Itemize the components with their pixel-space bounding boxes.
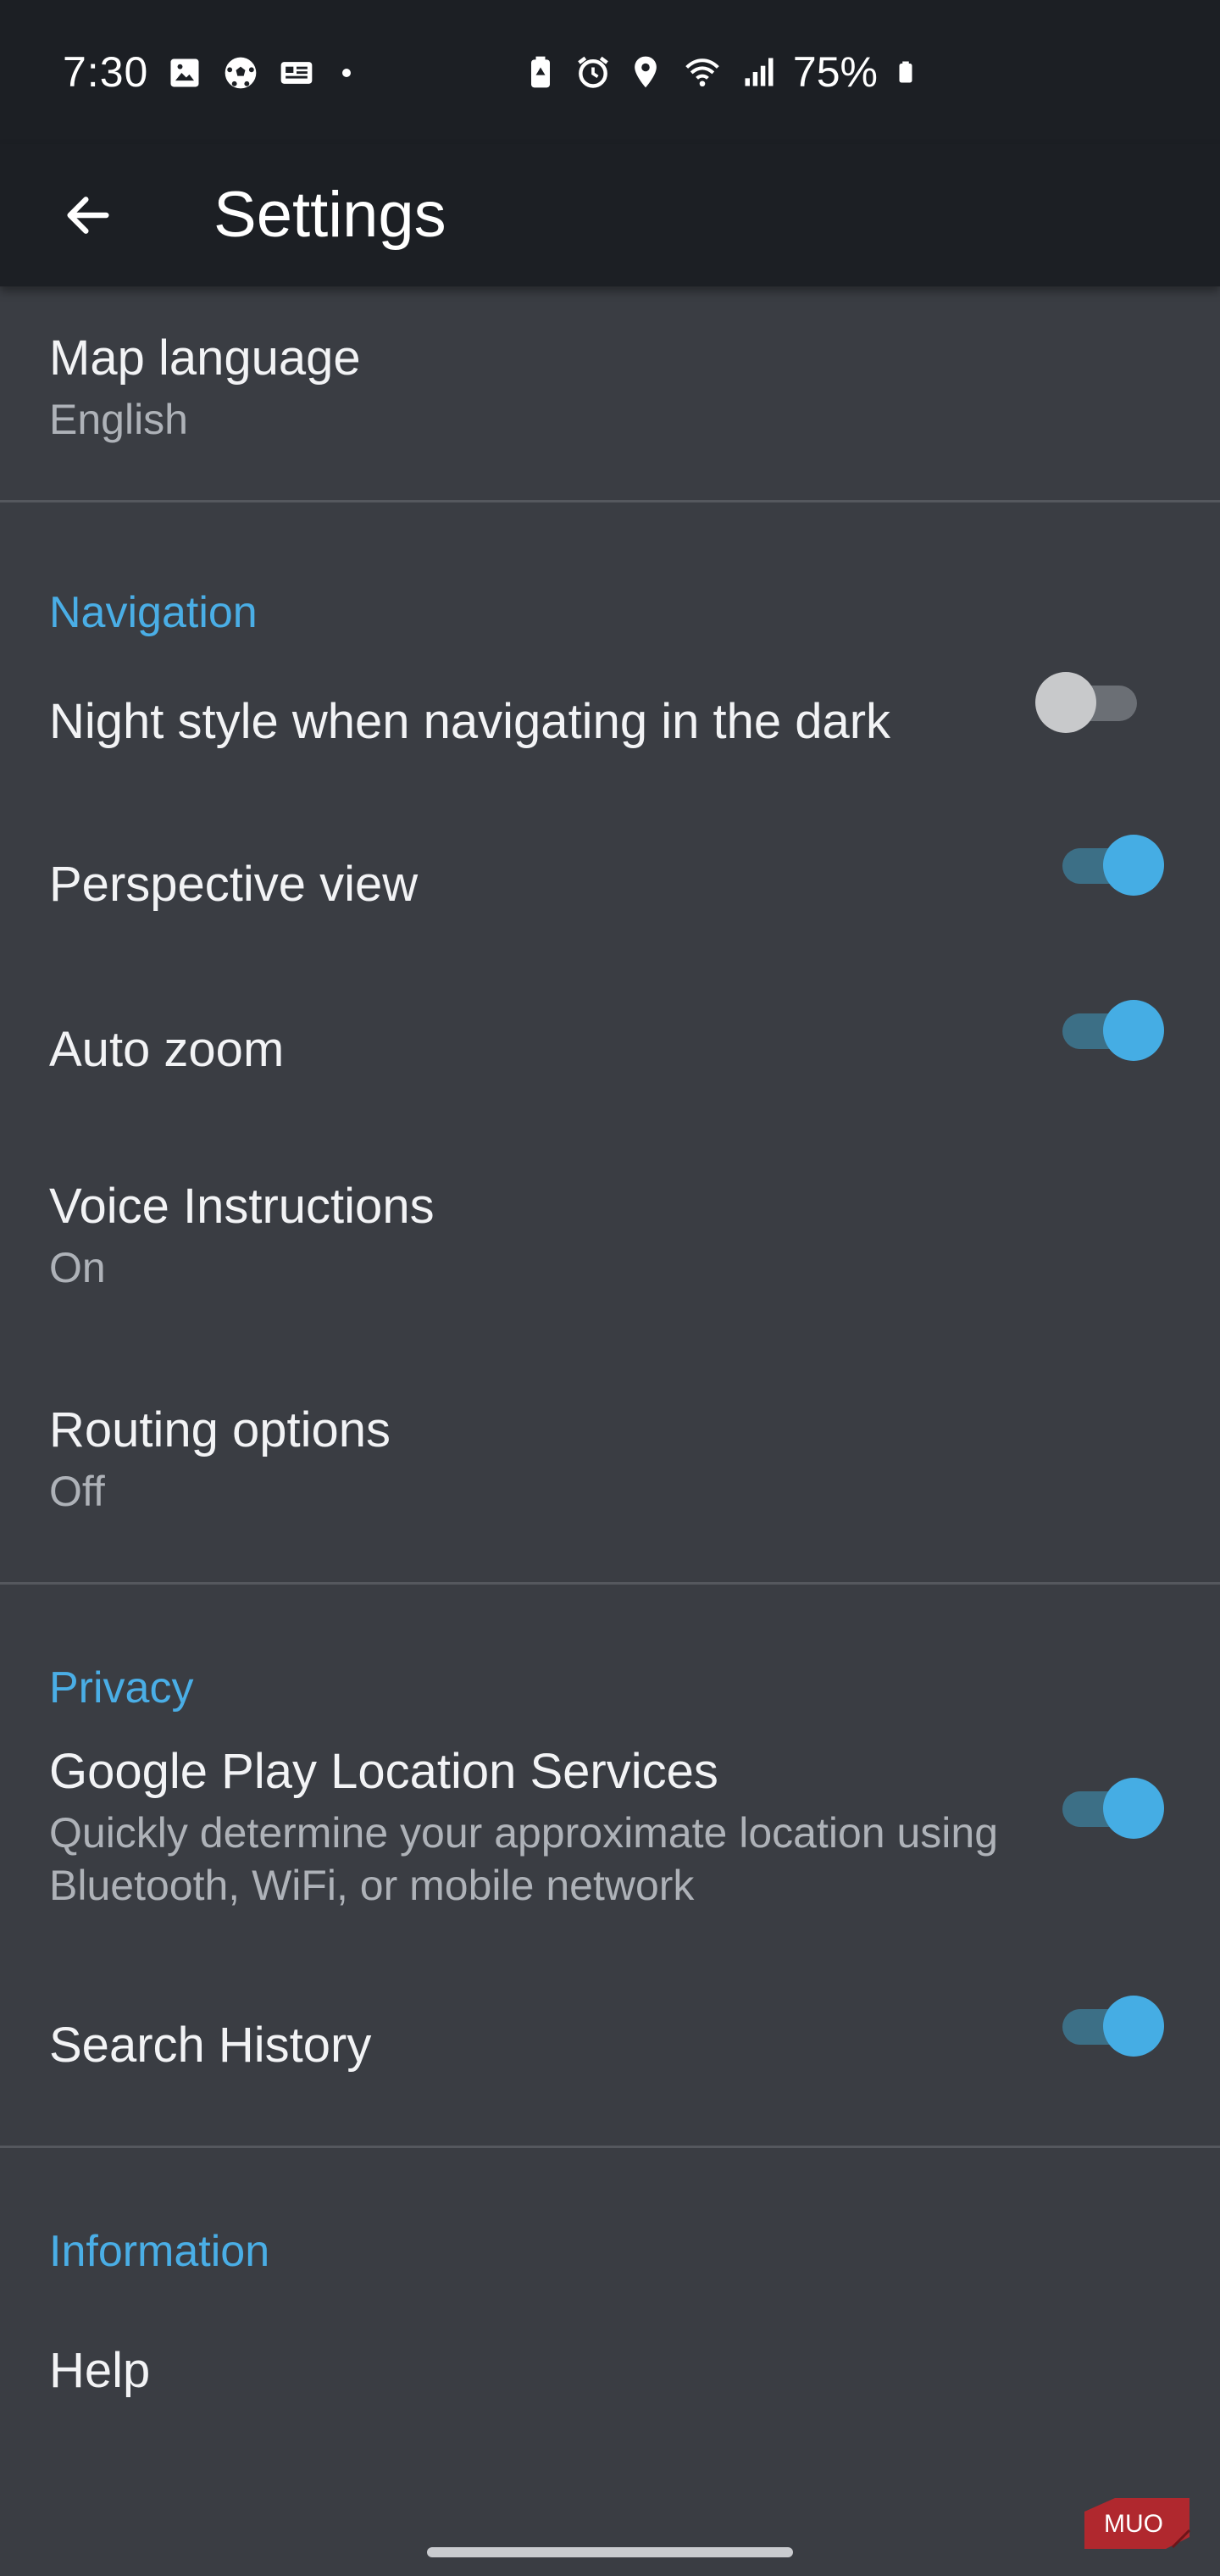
app-bar: Settings	[0, 144, 1220, 286]
status-time: 7:30	[63, 48, 149, 96]
map-language-item[interactable]: Map language English	[0, 286, 1220, 500]
toggle-thumb	[1103, 835, 1164, 896]
auto-zoom-toggle[interactable]	[1062, 997, 1164, 1064]
search-history-title: Search History	[49, 2018, 372, 2073]
perspective-view-toggle[interactable]	[1062, 831, 1164, 899]
voice-instructions-title: Voice Instructions	[49, 1179, 435, 1234]
auto-zoom-title: Auto zoom	[49, 1022, 285, 1077]
location-services-title: Google Play Location Services	[49, 1744, 718, 1799]
dot-icon	[342, 69, 351, 77]
search-history-item[interactable]: Search History	[0, 1984, 1220, 2146]
night-style-title: Night style when navigating in the dark	[49, 694, 891, 749]
map-language-title: Map language	[49, 330, 361, 386]
map-language-value: English	[49, 395, 188, 443]
alarm-icon	[578, 56, 608, 88]
night-style-toggle[interactable]	[1035, 669, 1142, 736]
battery-saver-icon	[530, 56, 550, 88]
auto-zoom-item[interactable]: Auto zoom	[0, 969, 1220, 1135]
location-services-toggle[interactable]	[1062, 1774, 1164, 1842]
privacy-section-header: Privacy	[0, 1585, 1220, 1715]
settings-list: Map language English Navigation Night st…	[0, 286, 1220, 2453]
battery-icon	[899, 61, 912, 83]
page-title: Settings	[214, 179, 446, 251]
privacy-header: Privacy	[49, 1663, 194, 1713]
voice-instructions-value: On	[49, 1243, 106, 1291]
signal-icon	[745, 58, 774, 86]
toggle-thumb	[1035, 672, 1096, 733]
search-history-toggle[interactable]	[1062, 1992, 1164, 2060]
routing-options-title: Routing options	[49, 1402, 391, 1457]
routing-options-value: Off	[49, 1467, 105, 1515]
help-title: Help	[49, 2343, 151, 2398]
soccer-ball-icon	[225, 57, 257, 89]
location-pin-icon	[635, 56, 657, 88]
routing-options-item[interactable]: Routing options Off	[0, 1362, 1220, 1582]
help-item[interactable]: Help	[0, 2284, 1220, 2453]
battery-percent: 75%	[792, 48, 878, 96]
toggle-thumb	[1103, 1778, 1164, 1839]
information-header: Information	[49, 2227, 270, 2276]
location-services-item[interactable]: Google Play Location Services Quickly de…	[0, 1715, 1220, 1984]
status-bar: 7:30 75%	[0, 0, 1220, 144]
home-indicator[interactable]	[427, 2547, 793, 2557]
navigation-section-header: Navigation	[0, 502, 1220, 640]
muo-watermark: MUO	[1084, 2498, 1191, 2549]
back-button[interactable]	[47, 175, 129, 256]
perspective-view-item[interactable]: Perspective view	[0, 804, 1220, 969]
perspective-view-title: Perspective view	[49, 857, 419, 912]
night-style-item[interactable]: Night style when navigating in the dark	[0, 640, 1220, 804]
notification-icons	[166, 54, 359, 92]
toggle-thumb	[1103, 1000, 1164, 1061]
system-status: 75%	[522, 47, 918, 97]
navigation-header: Navigation	[49, 588, 258, 637]
information-section-header: Information	[0, 2148, 1220, 2284]
arrow-left-icon	[67, 197, 109, 234]
news-icon	[280, 62, 313, 84]
wifi-icon	[685, 58, 719, 87]
voice-instructions-item[interactable]: Voice Instructions On	[0, 1135, 1220, 1362]
toggle-thumb	[1103, 1996, 1164, 2057]
image-icon	[170, 58, 199, 87]
watermark-text: MUO	[1104, 2510, 1163, 2538]
location-services-description: Quickly determine your approximate locat…	[49, 1808, 998, 1910]
